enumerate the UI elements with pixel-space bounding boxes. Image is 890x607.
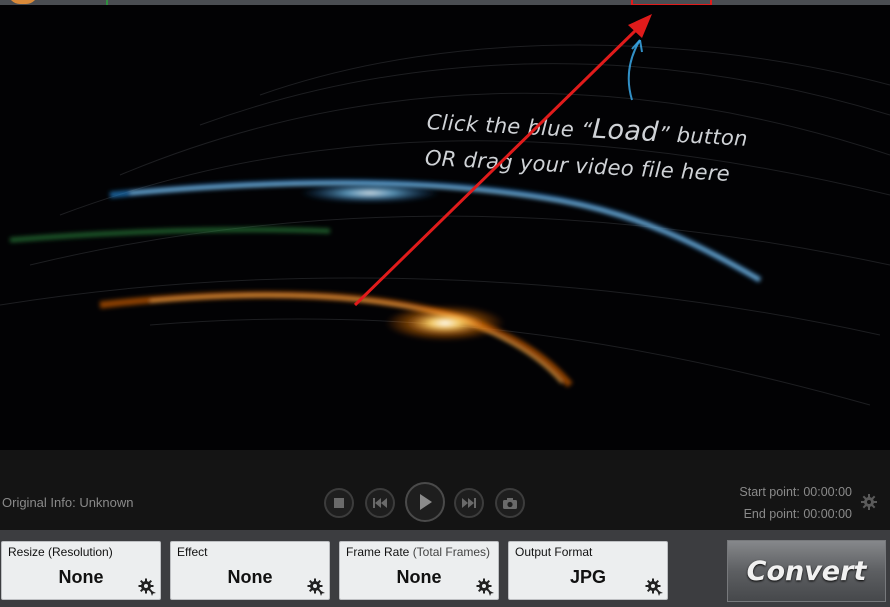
- trim-settings-gear-icon[interactable]: [860, 493, 878, 511]
- end-point-label: End point: 00:00:00: [743, 507, 852, 521]
- gear-icon[interactable]: [644, 577, 664, 597]
- settings-panel: Resize (Resolution) None Effect None Fra…: [0, 530, 890, 607]
- camera-icon: [503, 497, 517, 509]
- playback-control-bar: Original Info: Unknown Start point: 00:0…: [0, 450, 890, 530]
- output-format-setting-label: Output Format: [515, 545, 593, 559]
- output-format-setting[interactable]: Output Format JPG: [508, 541, 668, 600]
- stop-icon: [334, 498, 344, 508]
- original-info-label: Original Info: Unknown: [2, 495, 134, 510]
- frame-rate-setting[interactable]: Frame Rate (Total Frames) None: [339, 541, 499, 600]
- play-button[interactable]: [405, 482, 445, 522]
- convert-button[interactable]: Convert: [727, 540, 886, 602]
- frame-rate-setting-label: Frame Rate (Total Frames): [346, 545, 491, 559]
- effect-setting[interactable]: Effect None: [170, 541, 330, 600]
- resize-setting-label: Resize (Resolution): [8, 545, 113, 559]
- previous-button[interactable]: [365, 488, 395, 518]
- snapshot-button[interactable]: [495, 488, 525, 518]
- convert-button-label: Convert: [746, 555, 867, 587]
- gear-icon[interactable]: [306, 577, 326, 597]
- gear-icon[interactable]: [137, 577, 157, 597]
- trim-points: Start point: 00:00:00 End point: 00:00:0…: [739, 481, 852, 525]
- stop-button[interactable]: [324, 488, 354, 518]
- annotation-arrow: [353, 14, 652, 307]
- effect-setting-label: Effect: [177, 545, 208, 559]
- resize-setting[interactable]: Resize (Resolution) None: [1, 541, 161, 600]
- gear-icon[interactable]: [475, 577, 495, 597]
- play-icon: [420, 494, 432, 510]
- next-icon: [462, 498, 476, 508]
- video-preview-area[interactable]: Click the blue “Load” button OR drag you…: [0, 5, 890, 450]
- previous-icon: [373, 498, 387, 508]
- start-point-label: Start point: 00:00:00: [739, 485, 852, 499]
- next-button[interactable]: [454, 488, 484, 518]
- app-logo: [8, 0, 38, 4]
